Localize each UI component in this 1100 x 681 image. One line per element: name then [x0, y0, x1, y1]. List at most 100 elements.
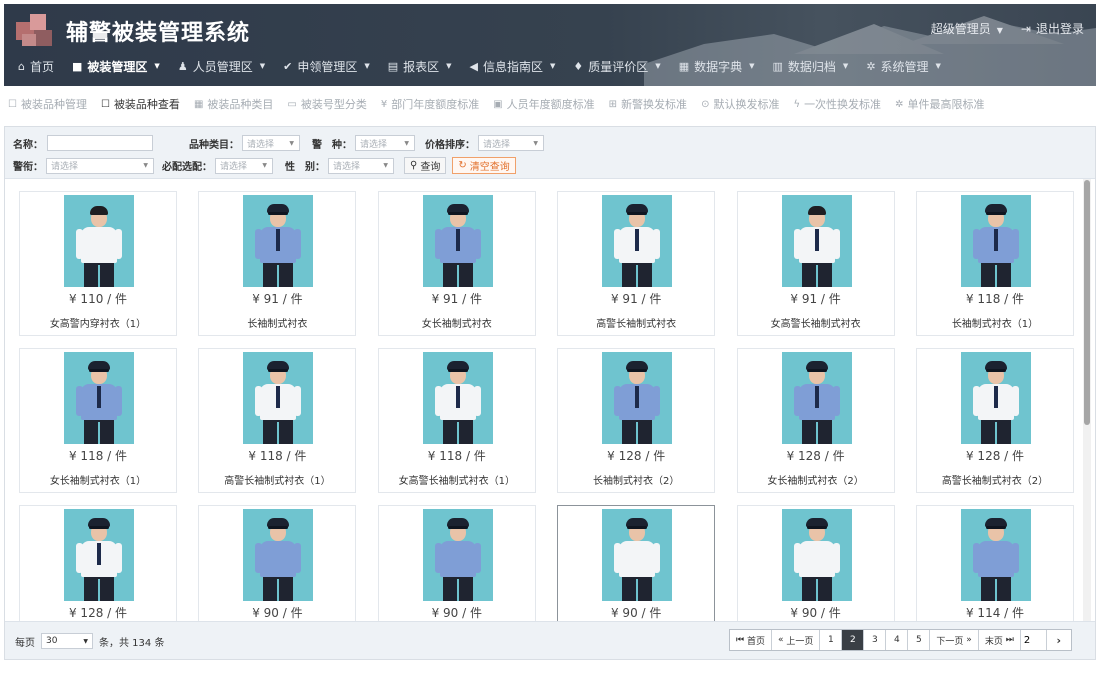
- first-page-button[interactable]: ⏮ 首页: [730, 630, 772, 650]
- plus-square-icon: ⊞: [608, 98, 618, 110]
- first-page-icon: ⏮: [736, 635, 745, 645]
- product-name: 长袖制式衬衣（1）: [951, 319, 1039, 330]
- square-outline-icon: ☐: [8, 98, 17, 110]
- page-number-button[interactable]: 5: [908, 630, 931, 650]
- nav-item-label: 系统管理: [880, 59, 929, 74]
- page-number-button[interactable]: 4: [886, 630, 909, 650]
- nav-item-2[interactable]: ♟ 人员管理区 ▼: [178, 58, 265, 75]
- police-type-select[interactable]: 请选择 ▼: [355, 135, 415, 151]
- name-label: 名称：: [13, 139, 43, 151]
- grid-scrollbar[interactable]: [1083, 179, 1091, 621]
- product-card[interactable]: ¥ 91 / 件长袖制式衬衣: [198, 191, 357, 336]
- product-card[interactable]: ¥ 128 / 件女长袖制式衬衣（2）: [736, 348, 895, 493]
- subnav-item-5[interactable]: ▣ 人员年度额度标准: [493, 96, 594, 112]
- page-number-button[interactable]: 1: [820, 630, 843, 650]
- nav-item-0[interactable]: ⌂ 首页: [18, 58, 54, 75]
- product-card[interactable]: ¥ 118 / 件女高警长袖制式衬衣（1）: [377, 348, 536, 493]
- query-button[interactable]: ⚲ 查询: [404, 157, 447, 174]
- product-card[interactable]: ¥ 118 / 件高警长袖制式衬衣（1）: [198, 348, 357, 493]
- database-icon: ▥: [772, 59, 783, 73]
- chevron-down-icon: ▼: [749, 62, 755, 70]
- product-name: 女长袖制式衬衣（2）: [767, 476, 864, 487]
- nav-item-1[interactable]: ■ 被装管理区 ▼: [72, 58, 160, 75]
- product-card[interactable]: ¥ 118 / 件长袖制式衬衣（1）: [916, 191, 1074, 336]
- logout-button[interactable]: ⇥ 退出登录: [1021, 20, 1084, 37]
- product-card[interactable]: ¥ 91 / 件女长袖制式衬衣: [377, 191, 536, 336]
- page-number-button[interactable]: 3: [864, 630, 887, 650]
- product-name: 长袖制式衬衣: [247, 319, 308, 330]
- clear-query-button[interactable]: ↻ 清空查询: [452, 157, 516, 174]
- product-card[interactable]: ¥ 128 / 件高警长袖制式衬衣（2）: [916, 348, 1074, 493]
- product-photo: [422, 509, 493, 601]
- nav-item-9[interactable]: ✲ 系统管理 ▼: [866, 58, 941, 75]
- product-price: ¥ 91 / 件: [252, 292, 303, 306]
- subnav-item-0[interactable]: ☐ 被装品种管理: [8, 96, 87, 112]
- product-price: ¥ 91 / 件: [431, 292, 482, 306]
- product-photo: [781, 195, 852, 287]
- price-sort-select[interactable]: 请选择 ▼: [478, 135, 544, 151]
- subnav-item-8[interactable]: ϟ 一次性换发标准: [793, 96, 881, 112]
- nav-item-5[interactable]: ◀ 信息指南区 ▼: [470, 58, 556, 75]
- user-menu[interactable]: 超级管理员 ▼: [931, 20, 1003, 37]
- logout-icon: ⇥: [1020, 21, 1031, 36]
- pagination-bar: 每页 30 ▼ 条，共 134 条 ⏮ 首页 « 上一页 12345 下一页 » …: [5, 621, 1095, 659]
- subnav-item-6[interactable]: ⊞ 新警换发标准: [609, 96, 687, 112]
- chevron-down-icon: ▼: [364, 62, 370, 70]
- rank-select[interactable]: 请选择 ▼: [46, 157, 154, 174]
- subnav-item-1[interactable]: ☐ 被装品种查看: [101, 96, 180, 112]
- product-card[interactable]: ¥ 90 / 件: [198, 505, 357, 621]
- nav-item-4[interactable]: ▤ 报表区 ▼: [388, 58, 452, 75]
- id-card-icon: ▣: [493, 98, 503, 110]
- category-select[interactable]: 请选择 ▼: [242, 135, 300, 151]
- product-price: ¥ 118 / 件: [965, 292, 1025, 306]
- nav-item-7[interactable]: ▦ 数据字典 ▼: [679, 58, 755, 75]
- chevron-down-icon: ▼: [655, 62, 661, 70]
- product-name: 长袖制式衬衣（2）: [593, 476, 680, 487]
- nav-item-3[interactable]: ✔ 申领管理区 ▼: [283, 58, 370, 75]
- subnav-item-9[interactable]: ✲ 单件最高限标准: [895, 96, 984, 112]
- logo-icon: [16, 14, 54, 48]
- nav-item-label: 被装管理区: [87, 59, 148, 74]
- product-price: ¥ 128 / 件: [786, 449, 845, 463]
- gender-select[interactable]: 请选择 ▼: [328, 157, 394, 174]
- subnav-item-label: 单件最高限标准: [907, 98, 985, 111]
- subnav-item-2[interactable]: ▦ 被装品种类目: [194, 96, 273, 112]
- logout-label: 退出登录: [1035, 22, 1084, 36]
- product-card[interactable]: ¥ 91 / 件高警长袖制式衬衣: [557, 191, 716, 336]
- nav-item-6[interactable]: ♦ 质量评价区 ▼: [573, 58, 660, 75]
- product-card[interactable]: ¥ 114 / 件: [916, 505, 1074, 621]
- gender-label: 性 别：: [285, 162, 325, 173]
- nav-item-label: 报表区: [403, 59, 440, 74]
- page-number-button[interactable]: 2: [842, 630, 865, 650]
- product-card[interactable]: ¥ 90 / 件: [736, 505, 895, 621]
- subnav-item-3[interactable]: ▭ 被装号型分类: [287, 96, 366, 112]
- product-card[interactable]: ¥ 118 / 件女长袖制式衬衣（1）: [19, 348, 177, 493]
- product-price: ¥ 128 / 件: [68, 606, 128, 620]
- subnav-item-4[interactable]: ¥ 部门年度额度标准: [381, 96, 479, 112]
- prev-page-button[interactable]: « 上一页: [772, 630, 821, 650]
- product-card[interactable]: ¥ 91 / 件女高警长袖制式衬衣: [736, 191, 895, 336]
- goto-page-input[interactable]: [1020, 630, 1047, 650]
- refresh-icon: ↻: [458, 160, 467, 171]
- nav-item-8[interactable]: ▥ 数据归档 ▼: [773, 58, 849, 75]
- product-card[interactable]: ¥ 90 / 件: [557, 505, 716, 621]
- go-button[interactable]: ›: [1047, 630, 1071, 650]
- product-photo: [781, 352, 852, 444]
- next-page-button[interactable]: 下一页 »: [930, 630, 979, 650]
- scrollbar-thumb[interactable]: [1084, 180, 1090, 425]
- name-input[interactable]: [47, 135, 153, 151]
- product-card[interactable]: ¥ 110 / 件女高警内穿衬衣（1）: [19, 191, 177, 336]
- last-page-button[interactable]: 末页 ⏭: [979, 630, 1021, 650]
- product-photo: [64, 195, 134, 287]
- product-photo: [422, 195, 493, 287]
- bullhorn-icon: ◀: [469, 59, 478, 73]
- per-page-select[interactable]: 30 ▼: [41, 633, 93, 649]
- subnav-item-label: 被装品种查看: [113, 98, 180, 111]
- product-card[interactable]: ¥ 128 / 件: [19, 505, 177, 621]
- content-panel: 名称： 品种类目： 请选择 ▼ 警 种： 请选择 ▼ 价格排序： 请选择 ▼ 警衔： …: [4, 126, 1096, 660]
- subnav-item-7[interactable]: ⊙ 默认换发标准: [701, 96, 779, 112]
- product-card[interactable]: ¥ 90 / 件: [377, 505, 536, 621]
- required-select[interactable]: 请选择 ▼: [215, 157, 273, 174]
- product-card[interactable]: ¥ 128 / 件长袖制式衬衣（2）: [557, 348, 716, 493]
- product-name: 女长袖制式衬衣（1）: [49, 476, 147, 487]
